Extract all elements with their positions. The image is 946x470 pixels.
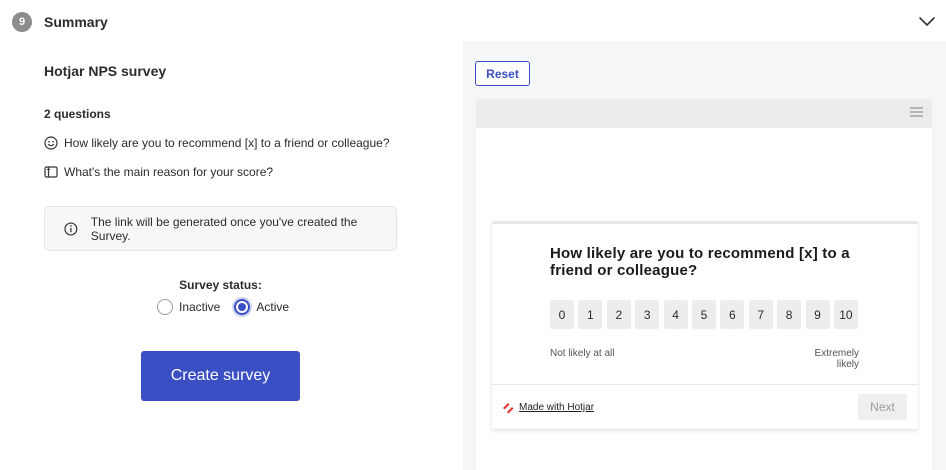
section-header[interactable]: 9 Summary [0,0,946,44]
survey-status-label: Survey status: [179,278,262,292]
survey-status-radio-group: Inactive Active [157,298,289,316]
scale-option[interactable]: 2 [606,300,631,329]
radio-circle[interactable] [157,299,173,315]
nps-scale: 0 1 2 3 4 5 6 7 8 9 10 [550,300,862,329]
long-text-icon [44,166,58,178]
step-badge: 9 [12,12,32,32]
scale-option[interactable]: 5 [691,300,716,329]
scale-option[interactable]: 6 [720,300,745,329]
reset-button[interactable]: Reset [475,61,530,86]
question-item: How likely are you to recommend [x] to a… [44,134,390,152]
info-text: The link will be generated once you've c… [90,214,358,243]
browser-bar [476,99,932,128]
radio-circle[interactable] [234,299,251,315]
question-text: What's the main reason for your score? [64,165,274,179]
hotjar-logo-icon [503,403,514,414]
questions-count: 2 questions [44,107,111,121]
info-icon [64,221,78,236]
survey-name: Hotjar NPS survey [44,63,167,79]
scale-option[interactable]: 9 [805,300,830,329]
scale-option[interactable]: 0 [550,300,574,329]
scale-option[interactable]: 10 [833,300,858,329]
smiley-face-icon [44,136,58,150]
link-info-box: The link will be generated once you've c… [44,206,397,251]
next-button[interactable]: Next [858,394,907,420]
radio-label: Active [256,300,290,314]
scale-option[interactable]: 8 [777,300,802,329]
hamburger-menu-icon [910,107,923,117]
nps-survey-widget: How likely are you to recommend [x] to a… [492,221,918,429]
radio-label: Inactive [179,300,221,314]
scale-option[interactable]: 1 [578,300,603,329]
status-inactive-radio[interactable]: Inactive [157,299,220,315]
scale-low-label: Not likely at all [550,348,615,359]
chevron-down-icon[interactable] [918,14,936,28]
scale-option[interactable]: 3 [635,300,660,329]
scale-option[interactable]: 4 [663,300,688,329]
widget-question: How likely are you to recommend [x] to a… [550,245,850,279]
question-item: What's the main reason for your score? [44,163,273,181]
divider [492,384,918,385]
scale-high-label: Extremely likely [814,348,859,370]
section-title: Summary [44,14,108,30]
status-active-radio[interactable]: Active [234,299,289,315]
create-survey-button[interactable]: Create survey [141,351,300,401]
made-with-hotjar-link[interactable]: Made with Hotjar [502,401,594,414]
question-text: How likely are you to recommend [x] to a… [64,136,390,150]
scale-option[interactable]: 7 [748,300,773,329]
made-with-label: Made with Hotjar [519,402,595,413]
